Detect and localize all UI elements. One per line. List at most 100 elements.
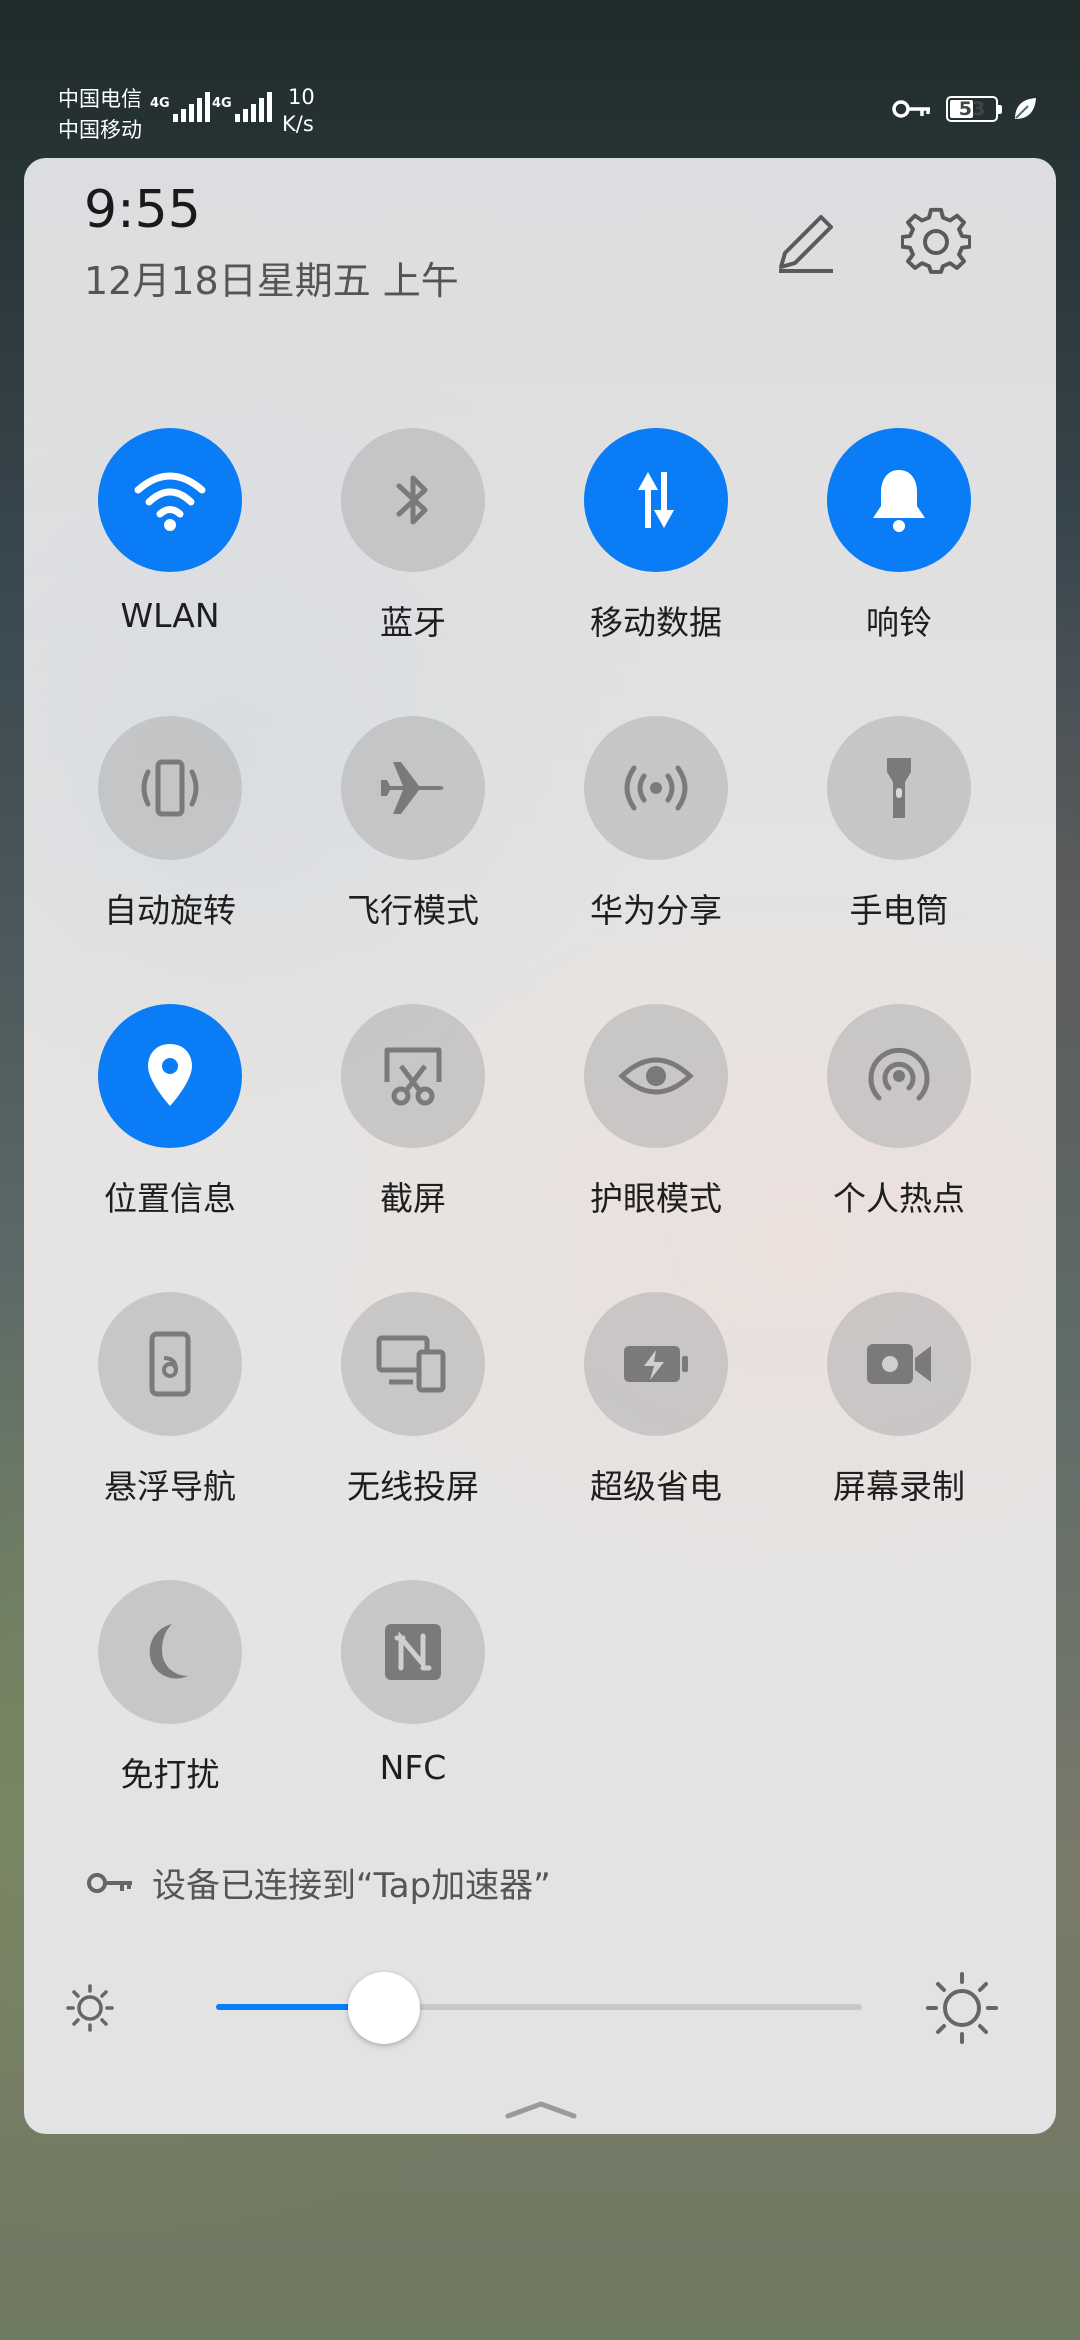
tile-hotspot[interactable]: 个人热点 (799, 1004, 999, 1234)
speed-value: 10 (288, 85, 315, 109)
tile-label: 悬浮导航 (104, 1467, 236, 1506)
brightness-control (24, 1948, 1056, 2068)
bell-icon (859, 460, 939, 540)
tile-label: 屏幕录制 (833, 1467, 965, 1506)
tile-label: 无线投屏 (347, 1467, 479, 1506)
tile-mobile-data[interactable]: 移动数据 (556, 428, 756, 658)
clock-date: 12月18日星期五 上午 (84, 259, 459, 303)
signal-1-icon: 4G (150, 92, 213, 122)
tile-button[interactable] (341, 1580, 485, 1724)
chevron-up-icon (505, 2101, 577, 2119)
tile-label: 护眼模式 (590, 1179, 722, 1218)
network-type-2: 4G (212, 96, 232, 111)
carrier-1: 中国电信 (58, 87, 142, 111)
tile-airplane[interactable]: 飞行模式 (313, 716, 513, 946)
tile-label: 截屏 (380, 1179, 446, 1218)
status-icons: 53 (892, 96, 1038, 122)
tile-floating-nav[interactable]: 悬浮导航 (70, 1292, 270, 1522)
tile-button[interactable] (98, 1004, 242, 1148)
floating-nav-icon (130, 1324, 210, 1404)
tile-nfc[interactable]: NFC (313, 1580, 513, 1810)
collapse-handle[interactable] (504, 2098, 578, 2126)
tile-label: 华为分享 (590, 891, 722, 930)
tile-button[interactable] (98, 1580, 242, 1724)
tile-share-signal[interactable]: 华为分享 (556, 716, 756, 946)
share-signal-icon (616, 748, 696, 828)
tile-moon[interactable]: 免打扰 (70, 1580, 270, 1810)
tile-wifi[interactable]: WLAN (70, 428, 270, 658)
tile-label: 免打扰 (120, 1755, 220, 1794)
tile-button[interactable] (584, 716, 728, 860)
tile-label: WLAN (120, 596, 220, 635)
tile-bell[interactable]: 响铃 (799, 428, 999, 658)
tile-button[interactable] (341, 428, 485, 572)
tile-button[interactable] (341, 1004, 485, 1148)
gear-icon (901, 207, 971, 274)
battery-icon: 53 (946, 96, 1002, 122)
auto-rotate-icon (130, 748, 210, 828)
vpn-notice[interactable]: 设备已连接到“Tap加速器” (86, 1858, 551, 1907)
tile-label: 手电筒 (849, 891, 949, 930)
clock-time: 9:55 (84, 180, 201, 240)
moon-icon (130, 1612, 210, 1692)
speed-unit: K/s (282, 112, 314, 136)
tile-auto-rotate[interactable]: 自动旋转 (70, 716, 270, 946)
tile-wireless-projection[interactable]: 无线投屏 (313, 1292, 513, 1522)
wifi-icon (130, 460, 210, 540)
carrier-names: 中国电信 中国移动 (58, 84, 142, 146)
airplane-icon (373, 748, 453, 828)
signal-2-icon: 4G (212, 92, 275, 122)
tile-battery-saver[interactable]: 超级省电 (556, 1292, 756, 1522)
tile-screenshot-scissors[interactable]: 截屏 (313, 1004, 513, 1234)
flashlight-icon (859, 748, 939, 828)
battery-saver-icon (616, 1324, 696, 1404)
status-bar: 中国电信 中国移动 4G 4G 10 K/s 53 (0, 0, 1080, 160)
tile-button[interactable] (98, 716, 242, 860)
brightness-slider[interactable] (216, 2004, 862, 2010)
tile-button[interactable] (341, 1292, 485, 1436)
network-type-1: 4G (150, 96, 170, 111)
tile-button[interactable] (584, 428, 728, 572)
battery-level: 53 (958, 98, 986, 120)
location-pin-icon (130, 1036, 210, 1116)
tile-eye[interactable]: 护眼模式 (556, 1004, 756, 1234)
settings-button[interactable] (896, 202, 976, 282)
tile-button[interactable] (584, 1004, 728, 1148)
screenshot-scissors-icon (373, 1036, 453, 1116)
tile-screen-record[interactable]: 屏幕录制 (799, 1292, 999, 1522)
tile-label: 自动旋转 (104, 891, 236, 930)
carrier-2: 中国移动 (58, 118, 142, 142)
tile-button[interactable] (827, 716, 971, 860)
mobile-data-icon (616, 460, 696, 540)
tile-button[interactable] (98, 428, 242, 572)
tile-location-pin[interactable]: 位置信息 (70, 1004, 270, 1234)
quick-settings-panel: 9:55 12月18日星期五 上午 WLAN 蓝牙 移动数据 响铃自动旋转 飞行模式 华为… (24, 158, 1056, 2134)
network-speed: 10 K/s (282, 84, 315, 138)
tile-button[interactable] (584, 1292, 728, 1436)
tile-label: 蓝牙 (380, 603, 446, 642)
sun-large-icon (926, 1972, 998, 2044)
tile-label: 飞行模式 (347, 891, 479, 930)
tile-label: NFC (379, 1748, 447, 1787)
vpn-key-icon (87, 1872, 132, 1893)
vpn-notice-text: 设备已连接到“Tap加速器” (152, 1866, 551, 1906)
tile-button[interactable] (827, 428, 971, 572)
hotspot-icon (859, 1036, 939, 1116)
tile-button[interactable] (827, 1004, 971, 1148)
tile-button[interactable] (98, 1292, 242, 1436)
eye-icon (616, 1036, 696, 1116)
tile-label: 响铃 (866, 603, 932, 642)
edit-button[interactable] (766, 202, 846, 282)
tile-button[interactable] (341, 716, 485, 860)
tile-flashlight[interactable]: 手电筒 (799, 716, 999, 946)
wireless-projection-icon (373, 1324, 453, 1404)
tile-label: 个人热点 (833, 1179, 965, 1218)
tile-button[interactable] (827, 1292, 971, 1436)
sun-small-icon (66, 1984, 114, 2032)
vpn-key-icon (892, 100, 930, 118)
leaf-icon (1015, 98, 1036, 119)
nfc-icon (373, 1612, 453, 1692)
brightness-slider-thumb[interactable] (348, 1972, 420, 2044)
tile-bluetooth[interactable]: 蓝牙 (313, 428, 513, 658)
tile-label: 位置信息 (104, 1179, 236, 1218)
